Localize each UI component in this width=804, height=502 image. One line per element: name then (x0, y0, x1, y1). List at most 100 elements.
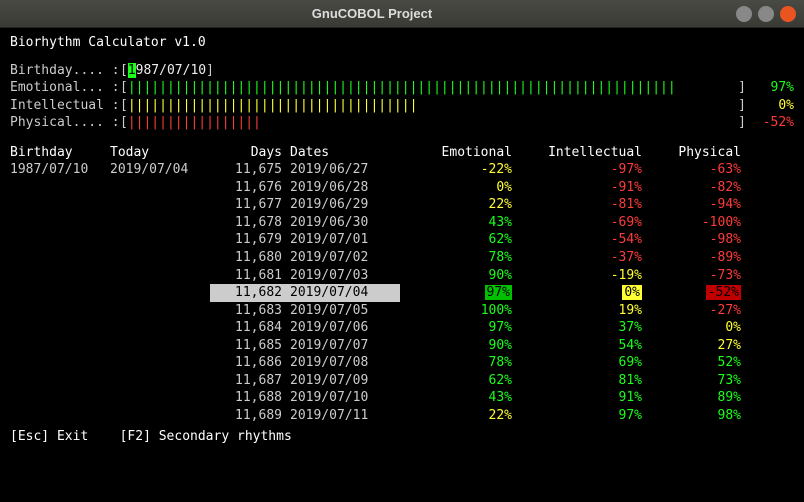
cell-intellectual: -91% (520, 179, 650, 197)
hdr-today: Today (110, 144, 210, 162)
cell-physical: 52% (650, 354, 745, 372)
cell-emotional: 22% (400, 196, 520, 214)
minimize-icon[interactable] (736, 6, 752, 22)
birthday-value: 987/07/10 (136, 63, 206, 78)
cell-days: 11,682 (210, 284, 290, 302)
table-row[interactable]: 11,6832019/07/05100%19%-27% (10, 302, 794, 320)
cell-physical: -82% (650, 179, 745, 197)
titlebar: GnuCOBOL Project (0, 0, 804, 28)
cell-birthday (10, 354, 110, 372)
cell-intellectual: 91% (520, 389, 650, 407)
bracket-close: ] (738, 114, 746, 132)
cell-days: 11,687 (210, 372, 290, 390)
emotional-label: Emotional... : (10, 79, 120, 97)
cell-physical: -89% (650, 249, 745, 267)
cell-emotional: 97% (400, 284, 520, 302)
cell-birthday (10, 389, 110, 407)
birthday-label: Birthday.... : (10, 62, 120, 80)
cell-date: 2019/06/27 (290, 161, 400, 179)
cell-today (110, 407, 210, 425)
birthday-input-wrap[interactable]: [1987/07/10] (120, 62, 214, 80)
intellectual-row: Intellectual : [ |||||||||||||||||||||||… (10, 97, 794, 115)
table-row[interactable]: 11,6862019/07/0878%69%52% (10, 354, 794, 372)
cell-physical: -98% (650, 231, 745, 249)
cell-today (110, 354, 210, 372)
cell-emotional: 22% (400, 407, 520, 425)
table-row[interactable]: 11,6802019/07/0278%-37%-89% (10, 249, 794, 267)
cell-birthday (10, 249, 110, 267)
cell-date: 2019/07/10 (290, 389, 400, 407)
cell-emotional: 78% (400, 354, 520, 372)
table-row[interactable]: 11,6772019/06/2922%-81%-94% (10, 196, 794, 214)
hdr-emotional: Emotional (400, 144, 520, 162)
cell-intellectual: -19% (520, 267, 650, 285)
cell-intellectual: -97% (520, 161, 650, 179)
table-row[interactable]: 11,6792019/07/0162%-54%-98% (10, 231, 794, 249)
table-row[interactable]: 11,6882019/07/1043%91%89% (10, 389, 794, 407)
table-row[interactable]: 11,6782019/06/3043%-69%-100% (10, 214, 794, 232)
cell-emotional: 62% (400, 231, 520, 249)
cell-days: 11,689 (210, 407, 290, 425)
cell-intellectual: -37% (520, 249, 650, 267)
table-row[interactable]: 1987/07/102019/07/0411,6752019/06/27-22%… (10, 161, 794, 179)
footer-bar: [Esc] Exit [F2] Secondary rhythms (10, 428, 794, 446)
hdr-dates: Dates (290, 144, 400, 162)
cell-days: 11,683 (210, 302, 290, 320)
intellectual-bar: ||||||||||||||||||||||||||||||||||||| (128, 97, 738, 115)
bracket-close: ] (738, 97, 746, 115)
cell-date: 2019/07/06 (290, 319, 400, 337)
cell-emotional: 90% (400, 267, 520, 285)
cell-today (110, 284, 210, 302)
table-row[interactable]: 11,6892019/07/1122%97%98% (10, 407, 794, 425)
cell-physical: -100% (650, 214, 745, 232)
bracket-open: [ (120, 63, 128, 78)
cell-birthday (10, 196, 110, 214)
cell-intellectual: 0% (520, 284, 650, 302)
physical-pct: -52% (746, 114, 794, 132)
cell-today (110, 337, 210, 355)
table-row[interactable]: 11,6822019/07/0497%0%-52% (10, 284, 794, 302)
cell-today (110, 389, 210, 407)
cell-physical: -63% (650, 161, 745, 179)
cell-birthday (10, 214, 110, 232)
cell-birthday (10, 407, 110, 425)
cell-intellectual: 81% (520, 372, 650, 390)
cell-intellectual: 37% (520, 319, 650, 337)
app-title: Biorhythm Calculator v1.0 (10, 34, 794, 52)
table-row[interactable]: 11,6762019/06/280%-91%-82% (10, 179, 794, 197)
cell-date: 2019/07/05 (290, 302, 400, 320)
cell-today (110, 249, 210, 267)
cell-physical: 0% (650, 319, 745, 337)
cell-days: 11,675 (210, 161, 290, 179)
emotional-row: Emotional... : [ |||||||||||||||||||||||… (10, 79, 794, 97)
cell-emotional: -22% (400, 161, 520, 179)
table-row[interactable]: 11,6852019/07/0790%54%27% (10, 337, 794, 355)
cell-date: 2019/07/03 (290, 267, 400, 285)
cell-birthday: 1987/07/10 (10, 161, 110, 179)
close-icon[interactable] (780, 6, 796, 22)
intellectual-label: Intellectual : (10, 97, 120, 115)
table-row[interactable]: 11,6872019/07/0962%81%73% (10, 372, 794, 390)
cell-days: 11,678 (210, 214, 290, 232)
cell-birthday (10, 267, 110, 285)
window-controls (736, 6, 796, 22)
cell-emotional: 90% (400, 337, 520, 355)
cell-physical: 73% (650, 372, 745, 390)
f2-hint[interactable]: [F2] Secondary rhythms (120, 429, 292, 444)
table-row[interactable]: 11,6842019/07/0697%37%0% (10, 319, 794, 337)
exit-hint[interactable]: [Esc] Exit (10, 429, 88, 444)
terminal-area: Biorhythm Calculator v1.0 Birthday.... :… (0, 28, 804, 502)
cell-date: 2019/07/04 (290, 284, 400, 302)
cell-date: 2019/06/30 (290, 214, 400, 232)
bracket-open: [ (120, 79, 128, 97)
cell-date: 2019/06/29 (290, 196, 400, 214)
hdr-intellectual: Intellectual (520, 144, 650, 162)
cell-physical: -73% (650, 267, 745, 285)
maximize-icon[interactable] (758, 6, 774, 22)
cell-emotional: 0% (400, 179, 520, 197)
intellectual-pct: 0% (746, 97, 794, 115)
cell-today (110, 196, 210, 214)
cell-emotional: 100% (400, 302, 520, 320)
table-row[interactable]: 11,6812019/07/0390%-19%-73% (10, 267, 794, 285)
cell-physical: 27% (650, 337, 745, 355)
